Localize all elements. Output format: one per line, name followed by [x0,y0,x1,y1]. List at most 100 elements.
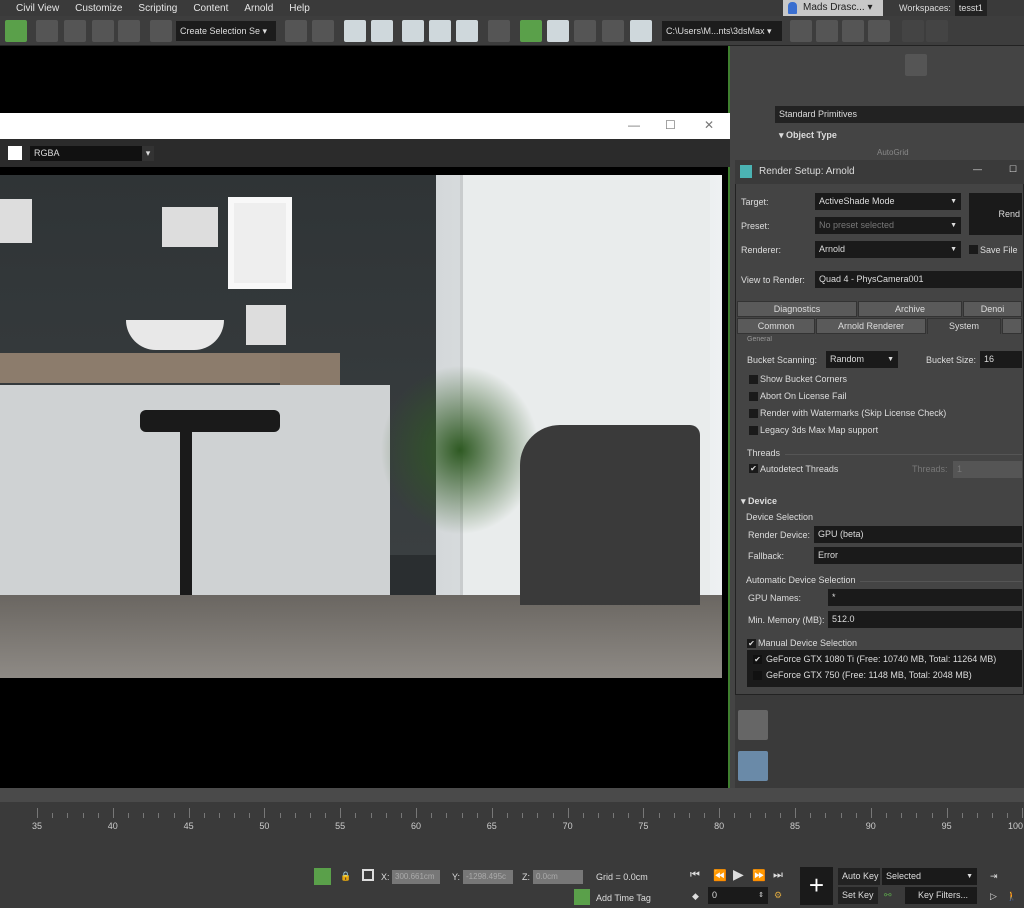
workspace-dropdown[interactable]: tesst1 [954,0,987,16]
autodetect-threads-checkbox[interactable]: ✔ [749,464,758,473]
viewport-layout-icon[interactable] [630,20,652,42]
time-config-icon[interactable]: ⚙ [774,890,782,901]
key-mode-icon[interactable]: ◆ [692,891,699,902]
save-file-checkbox[interactable] [969,245,978,254]
ribbon-icon[interactable] [402,20,424,42]
panel-toggle-button[interactable] [738,710,768,740]
minimize-icon[interactable]: — [628,118,640,132]
channel-dropdown[interactable]: RGBA ▾ [30,146,154,161]
isolate-selection-icon[interactable] [314,868,331,885]
renderer-dropdown[interactable]: Arnold ▼ [815,241,961,258]
maximize-icon[interactable]: ☐ [665,118,676,132]
manual-device-selection-checkbox[interactable]: ✔ [747,639,756,648]
bucket-scanning-dropdown[interactable]: Random ▼ [826,351,898,368]
close-icon[interactable]: ✕ [704,118,714,132]
create-tab-icon[interactable] [775,54,797,76]
tab-common[interactable]: Common [737,318,815,334]
tab-system[interactable]: System [927,318,1001,334]
viewport-toggle-button[interactable] [738,751,768,781]
set-key-big-icon[interactable]: + [800,867,833,905]
pedestrian-icon[interactable]: 🚶 [1006,891,1017,902]
render-device-dropdown[interactable]: GPU (beta) [814,526,1022,543]
category-dropdown[interactable]: Standard Primitives [775,106,1024,123]
project-path-dropdown[interactable]: C:\Users\M...nts\3dsMax ▾ [662,21,782,41]
current-frame-field[interactable]: 0 ⇕ [708,887,768,904]
timeline[interactable]: 35 40 45 50 55 60 65 70 75 80 85 90 95 100 [0,788,1024,835]
render-production-icon[interactable] [574,20,596,42]
material-editor-icon[interactable] [488,20,510,42]
auto-key-button[interactable]: Auto Key [838,868,880,885]
display-tab-icon[interactable] [879,54,901,76]
add-time-tag-button[interactable]: Add Time Tag [596,893,651,903]
minimize-icon[interactable]: — [973,164,982,174]
next-frame-icon[interactable]: ⏩ [752,869,766,882]
modify-tab-icon[interactable] [801,54,823,76]
edit-named-selection-icon[interactable] [150,20,172,42]
utilities-tab-icon[interactable] [905,54,927,76]
tab-denoiser[interactable]: Denoi [963,301,1022,317]
open-icon[interactable] [790,20,812,42]
view-to-render-dropdown[interactable]: Quad 4 - PhysCamera001 [815,271,1022,288]
layer-explorer-icon[interactable] [371,20,393,42]
gpu-checkbox[interactable] [753,671,762,680]
hierarchy-tab-icon[interactable] [827,54,849,76]
folder-icon[interactable] [816,20,838,42]
object-type-rollout[interactable]: ▾ Object Type [779,130,837,141]
mirror-icon[interactable] [285,20,307,42]
zoom-extents-icon[interactable]: ⇥ [990,871,998,882]
render-with-watermarks-checkbox[interactable] [749,409,758,418]
selection-set-dropdown[interactable]: Create Selection Se ▾ [176,21,276,41]
x-field[interactable]: 300.661cm [392,870,440,884]
time-tag-icon[interactable] [574,889,590,905]
abort-on-license-fail-checkbox[interactable] [749,392,758,401]
angle-snap-icon[interactable] [64,20,86,42]
play-icon[interactable]: ▶ [733,866,744,883]
tab-diagnostics[interactable]: Diagnostics [737,301,857,317]
spinner-snap-icon[interactable] [118,20,140,42]
gpu-checkbox[interactable]: ✔ [753,655,762,664]
threads-field[interactable]: 1 [953,461,1022,478]
z-field[interactable]: 0.0cm [533,870,583,884]
menu-help[interactable]: Help [273,3,310,14]
key-tangent-icon[interactable]: ⚯ [884,890,892,901]
device-rollout[interactable]: ▾ Device [741,496,777,507]
tab-more[interactable] [1002,318,1022,334]
menu-arnold[interactable]: Arnold [228,3,273,14]
color-swatch[interactable] [8,146,22,160]
goto-start-icon[interactable]: ⏮ [690,869,700,882]
autogrid-checkbox[interactable]: AutoGrid [877,148,909,157]
y-field[interactable]: -1298.495c [463,870,513,884]
gpu-names-field[interactable]: * [828,589,1022,606]
curve-editor-icon[interactable] [429,20,451,42]
absolute-mode-icon[interactable] [362,869,374,881]
menu-customize[interactable]: Customize [59,3,122,14]
walk-through-icon[interactable]: ▷ [990,891,997,902]
maximize-icon[interactable]: ☐ [1009,164,1017,175]
select-icon[interactable] [5,20,27,42]
percent-snap-icon[interactable] [92,20,114,42]
plus-icon[interactable] [926,20,948,42]
menu-scripting[interactable]: Scripting [122,3,177,14]
render-button[interactable]: Rend [969,193,1022,235]
lock-icon[interactable]: 🔒 [340,871,351,882]
show-bucket-corners-checkbox[interactable] [749,375,758,384]
snap-toggle-icon[interactable] [36,20,58,42]
schematic-view-icon[interactable] [456,20,478,42]
motion-tab-icon[interactable] [853,54,875,76]
time-slider[interactable] [0,788,1024,802]
key-filters-button[interactable]: Key Filters... [905,887,977,904]
align-icon[interactable] [312,20,334,42]
target-dropdown[interactable]: ActiveShade Mode ▼ [815,193,961,210]
preset-dropdown[interactable]: No preset selected ▼ [815,217,961,234]
render-setup-icon[interactable] [520,20,542,42]
tab-arnold-renderer[interactable]: Arnold Renderer [816,318,926,334]
user-account-dropdown[interactable]: Mads Drasc... ▾ [783,0,883,16]
fallback-dropdown[interactable]: Error [814,547,1022,564]
goto-end-icon[interactable]: ⏭ [773,869,783,882]
save-icon[interactable] [842,20,864,42]
rendered-frame-window-icon[interactable] [547,20,569,42]
legacy-map-support-checkbox[interactable] [749,426,758,435]
min-memory-field[interactable]: 512.0 [828,611,1022,628]
menu-content[interactable]: Content [177,3,228,14]
tab-archive[interactable]: Archive [858,301,962,317]
